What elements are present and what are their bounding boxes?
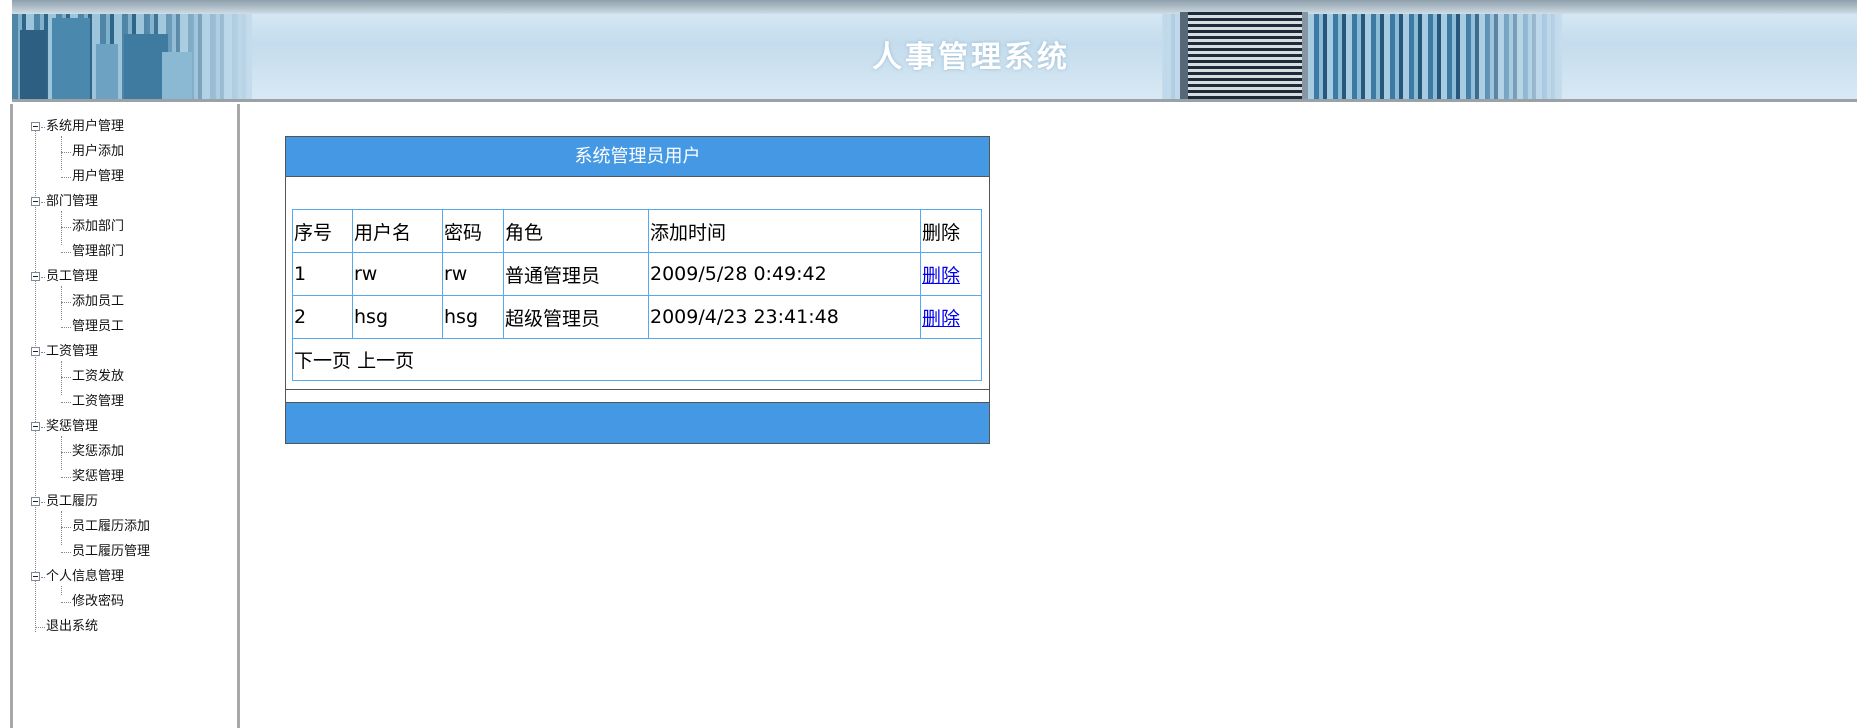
tree-item-label[interactable]: 添加部门	[72, 218, 124, 236]
tree-item-label[interactable]: 添加员工	[72, 293, 124, 311]
collapse-icon[interactable]	[31, 197, 40, 206]
sidebar-nav: 系统用户管理 用户添加 用户管理 部门管理 添加部门 管理部门 员工管理 添加员…	[10, 104, 240, 728]
tree-group-label[interactable]: 系统用户管理	[46, 118, 124, 136]
tree-item-label[interactable]: 工资管理	[72, 393, 124, 411]
tree-group-label[interactable]: 员工管理	[46, 268, 98, 286]
cell-role: 超级管理员	[503, 295, 649, 339]
cell-password: hsg	[442, 295, 504, 339]
panel-footer-bar	[285, 402, 990, 444]
delete-link[interactable]: 删除	[922, 308, 960, 330]
column-header: 删除	[920, 209, 982, 253]
column-header: 密码	[442, 209, 504, 253]
column-header: 添加时间	[648, 209, 921, 253]
skyscraper-image	[1180, 12, 1308, 99]
admin-users-panel: 系统管理员用户 序号 用户名 密码 角色 添加时间 删除 1 rw rw 普通管…	[285, 136, 990, 444]
tree-group-label[interactable]: 工资管理	[46, 343, 98, 361]
header-banner: 人事管理系统	[12, 0, 1857, 102]
collapse-icon[interactable]	[31, 122, 40, 131]
column-header: 序号	[292, 209, 353, 253]
cell-role: 普通管理员	[503, 252, 649, 296]
delete-link[interactable]: 删除	[922, 265, 960, 287]
admin-users-table: 序号 用户名 密码 角色 添加时间 删除 1 rw rw 普通管理员 2009/…	[292, 209, 982, 381]
tree-group-label[interactable]: 奖惩管理	[46, 418, 98, 436]
prev-page-link[interactable]: 上一页	[357, 350, 414, 372]
tree-group-label[interactable]: 员工履历	[46, 493, 98, 511]
table-row: 1 rw rw 普通管理员 2009/5/28 0:49:42 删除	[292, 252, 982, 296]
tree-item-label[interactable]: 员工履历管理	[72, 543, 150, 561]
collapse-icon[interactable]	[31, 497, 40, 506]
tree-item-label[interactable]: 员工履历添加	[72, 518, 150, 536]
panel-title: 系统管理员用户	[286, 137, 989, 177]
tree-item-label[interactable]: 用户管理	[72, 168, 124, 186]
cell-username: hsg	[352, 295, 443, 339]
exit-label[interactable]: 退出系统	[46, 618, 98, 636]
tree-item-label[interactable]: 管理员工	[72, 318, 124, 336]
tree-item-label[interactable]: 用户添加	[72, 143, 124, 161]
collapse-icon[interactable]	[31, 572, 40, 581]
cell-password: rw	[442, 252, 504, 296]
tree-item-label[interactable]: 工资发放	[72, 368, 124, 386]
tree-item-label[interactable]: 管理部门	[72, 243, 124, 261]
tree-item-label[interactable]: 奖惩管理	[72, 468, 124, 486]
cell-id: 2	[292, 295, 353, 339]
cell-delete: 删除	[920, 295, 982, 339]
next-page-link[interactable]: 下一页	[294, 350, 351, 372]
tree-group-label[interactable]: 个人信息管理	[46, 568, 124, 586]
collapse-icon[interactable]	[31, 347, 40, 356]
pager-row: 下一页 上一页	[292, 338, 982, 381]
cell-username: rw	[352, 252, 443, 296]
table-header-row: 序号 用户名 密码 角色 添加时间 删除	[292, 209, 982, 253]
column-header: 用户名	[352, 209, 443, 253]
column-header: 角色	[503, 209, 649, 253]
app-title: 人事管理系统	[872, 40, 1070, 75]
collapse-icon[interactable]	[31, 422, 40, 431]
table-row: 2 hsg hsg 超级管理员 2009/4/23 23:41:48 删除	[292, 295, 982, 339]
banner-top-bar	[12, 0, 1857, 14]
pager: 下一页 上一页	[292, 338, 982, 381]
city-skyline-image	[12, 14, 252, 99]
cell-delete: 删除	[920, 252, 982, 296]
tree-group-label[interactable]: 部门管理	[46, 193, 98, 211]
panel-divider	[286, 389, 989, 390]
cell-id: 1	[292, 252, 353, 296]
cell-added-time: 2009/4/23 23:41:48	[648, 295, 921, 339]
tree-item-label[interactable]: 修改密码	[72, 593, 124, 611]
collapse-icon[interactable]	[31, 272, 40, 281]
tree-item-label[interactable]: 奖惩添加	[72, 443, 124, 461]
cell-added-time: 2009/5/28 0:49:42	[648, 252, 921, 296]
